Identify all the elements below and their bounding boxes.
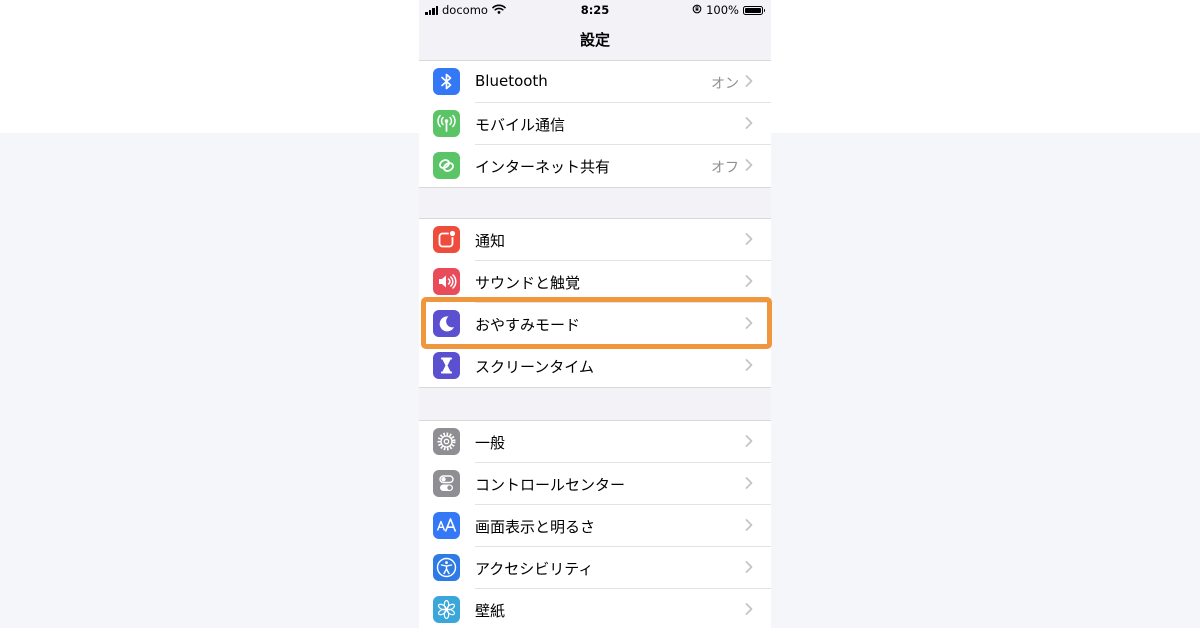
chevron-right-icon: [745, 275, 753, 287]
highlight-box-do-not-disturb: [421, 297, 772, 349]
flower-icon: [433, 596, 460, 623]
notification-icon: [433, 226, 460, 253]
chevron-right-icon: [745, 435, 753, 447]
settings-row-label: 通知: [475, 232, 506, 250]
settings-row-label: 一般: [475, 434, 506, 452]
status-bar: docomo 8:25 100%: [419, 0, 771, 20]
hourglass-icon: [433, 352, 460, 379]
settings-row-control-center[interactable]: コントロールセンター: [419, 463, 771, 505]
battery-icon: [743, 5, 765, 15]
settings-row-label: コントロールセンター: [475, 476, 626, 494]
settings-row-general[interactable]: 一般: [419, 421, 771, 463]
chevron-right-icon: [745, 561, 753, 573]
chevron-right-icon: [745, 519, 753, 531]
settings-row-display[interactable]: 画面表示と明るさ: [419, 505, 771, 547]
settings-row-label: 画面表示と明るさ: [475, 518, 596, 536]
settings-row-notifications[interactable]: 通知: [419, 219, 771, 261]
chevron-right-icon: [745, 359, 753, 371]
settings-row-accessibility[interactable]: アクセシビリティ: [419, 547, 771, 589]
chevron-right-icon: [745, 159, 753, 171]
orientation-lock-icon: [692, 3, 702, 17]
chevron-right-icon: [745, 233, 753, 245]
accessibility-icon: [433, 554, 460, 581]
link-icon: [433, 152, 460, 179]
chevron-right-icon: [745, 75, 753, 87]
antenna-icon: [433, 110, 460, 137]
settings-row-label: Bluetooth: [475, 72, 548, 90]
settings-group-connectivity: Bluetooth オン モバイル通信 インターネット共有 オフ: [419, 60, 771, 188]
text-size-icon: [433, 512, 460, 539]
battery-percent: 100%: [706, 3, 739, 17]
page-title: 設定: [579, 31, 610, 49]
settings-row-hotspot[interactable]: インターネット共有 オフ: [419, 145, 771, 187]
settings-row-label: スクリーンタイム: [475, 358, 594, 376]
chevron-right-icon: [745, 477, 753, 489]
settings-row-bluetooth[interactable]: Bluetooth オン: [419, 61, 771, 103]
settings-row-value: オン: [711, 76, 739, 92]
chevron-right-icon: [745, 603, 753, 615]
settings-row-label: インターネット共有: [475, 158, 611, 176]
settings-group-general: 一般 コントロールセンター 画面表示と明るさ アクセシビリティ 壁紙: [419, 420, 771, 628]
settings-row-label: アクセシビリティ: [475, 560, 594, 578]
speaker-icon: [433, 268, 460, 295]
settings-row-label: 壁紙: [475, 602, 506, 620]
settings-row-label: モバイル通信: [475, 116, 566, 134]
settings-row-cellular[interactable]: モバイル通信: [419, 103, 771, 145]
settings-row-value: オフ: [711, 160, 739, 176]
settings-row-label: サウンドと触覚: [475, 274, 581, 292]
chevron-right-icon: [745, 117, 753, 129]
bluetooth-icon: [433, 68, 460, 95]
gear-icon: [433, 428, 460, 455]
settings-row-screen-time[interactable]: スクリーンタイム: [419, 345, 771, 387]
toggles-icon: [433, 470, 460, 497]
status-right: 100%: [692, 3, 765, 17]
settings-row-wallpaper[interactable]: 壁紙: [419, 589, 771, 628]
